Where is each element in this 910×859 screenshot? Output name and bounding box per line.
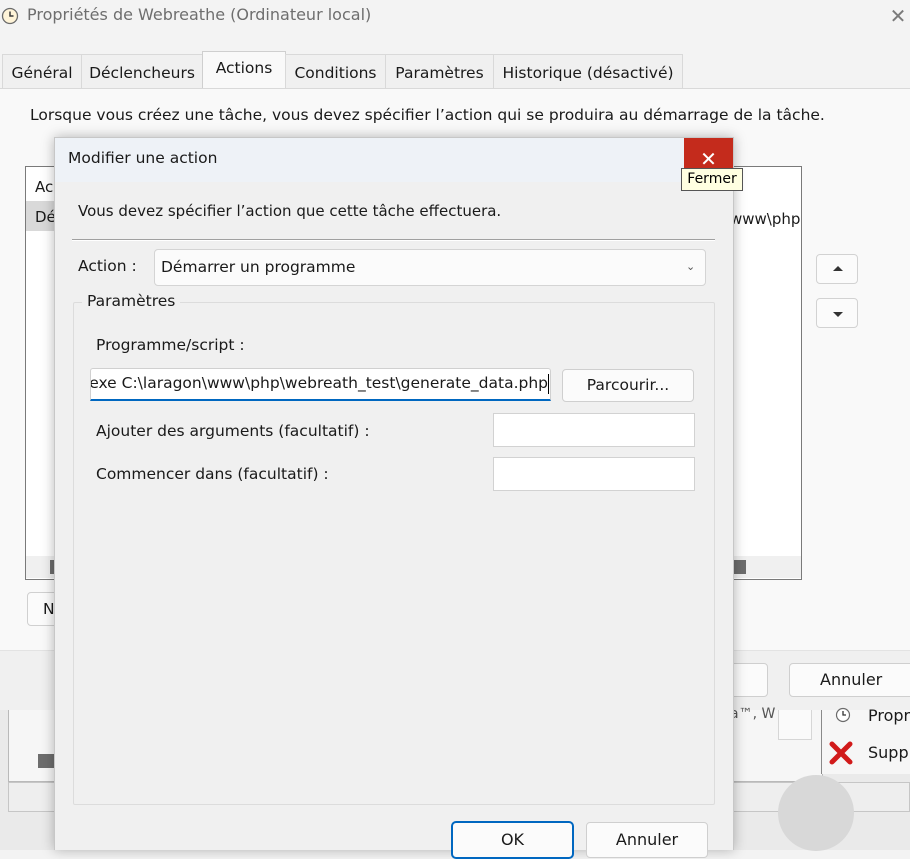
- list-column-header[interactable]: Ac: [35, 178, 53, 196]
- program-script-label: Programme/script :: [96, 336, 245, 354]
- tab-general[interactable]: Général: [2, 54, 82, 88]
- move-up-button[interactable]: [816, 254, 858, 284]
- scroll-right-icon[interactable]: [734, 560, 746, 574]
- background-scroll-icon[interactable]: [38, 754, 54, 768]
- separator: [72, 239, 715, 241]
- background-circle: [778, 775, 854, 851]
- action-select-value[interactable]: Démarrer un programme: [161, 258, 355, 276]
- actions-description: Lorsque vous créez une tâche, vous devez…: [30, 106, 825, 124]
- back-ok-button[interactable]: [728, 663, 768, 697]
- tab-actions[interactable]: Actions: [202, 51, 286, 88]
- move-down-button[interactable]: [816, 298, 858, 328]
- tab-history[interactable]: Historique (désactivé): [493, 54, 683, 88]
- background-panel-cell: [778, 710, 812, 740]
- dialog-description: Vous devez spécifier l’action que cette …: [78, 202, 502, 220]
- arguments-label: Ajouter des arguments (facultatif) :: [96, 422, 370, 440]
- window-title: Propriétés de Webreathe (Ordinateur loca…: [27, 5, 372, 24]
- back-cancel-button[interactable]: Annuler: [789, 663, 910, 697]
- properties-icon: [835, 707, 851, 723]
- delete-icon: [829, 741, 853, 765]
- background-panel-text: a™, W: [730, 706, 776, 722]
- cancel-button[interactable]: Annuler: [586, 822, 708, 858]
- text-caret: [548, 374, 549, 394]
- tab-bar: Général Déclencheurs Actions Conditions …: [0, 51, 910, 88]
- list-item-details[interactable]: www\php: [730, 210, 800, 228]
- program-script-input[interactable]: exe C:\laragon\www\php\webreath_test\gen…: [90, 368, 551, 401]
- browse-button[interactable]: Parcourir...: [562, 369, 694, 402]
- close-tooltip: Fermer: [681, 168, 743, 191]
- action-label: Action :: [78, 257, 137, 275]
- ok-button[interactable]: OK: [451, 821, 574, 859]
- settings-group-title: Paramètres: [82, 292, 181, 310]
- start-in-input[interactable]: [493, 457, 695, 491]
- chevron-down-icon[interactable]: ⌄: [686, 260, 695, 273]
- task-scheduler-icon: [1, 7, 19, 25]
- tab-triggers[interactable]: Déclencheurs: [81, 54, 203, 88]
- tab-settings[interactable]: Paramètres: [385, 54, 494, 88]
- window-close-icon[interactable]: ✕: [886, 2, 910, 30]
- arrow-down-icon: [833, 312, 843, 317]
- tab-conditions[interactable]: Conditions: [285, 54, 386, 88]
- properties-action[interactable]: Propr: [868, 706, 910, 725]
- arrow-up-icon: [833, 266, 843, 271]
- start-in-label: Commencer dans (facultatif) :: [96, 465, 329, 483]
- dialog-title: Modifier une action: [68, 149, 218, 167]
- program-script-value[interactable]: exe C:\laragon\www\php\webreath_test\gen…: [91, 374, 548, 392]
- delete-action[interactable]: Supp: [868, 743, 909, 762]
- list-item[interactable]: Dé: [35, 208, 56, 226]
- arguments-input[interactable]: [493, 413, 695, 447]
